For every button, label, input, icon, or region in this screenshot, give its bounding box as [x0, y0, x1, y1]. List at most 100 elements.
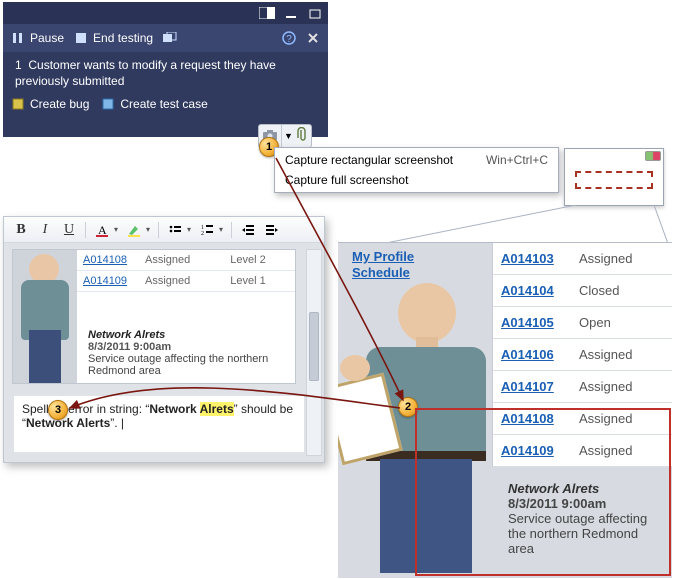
- bold-button[interactable]: B: [10, 220, 32, 240]
- windows-button[interactable]: [163, 31, 177, 45]
- status-cell: Open: [571, 307, 672, 339]
- step-number: 1: [15, 58, 22, 72]
- italic-button[interactable]: I: [34, 220, 56, 240]
- pause-label: Pause: [30, 31, 64, 45]
- status-cell: Assigned: [139, 250, 224, 271]
- panel-close-button[interactable]: [306, 31, 320, 45]
- callout-badge-3: 3: [48, 400, 68, 420]
- level-cell: Level 2: [224, 250, 295, 271]
- font-color-dropdown[interactable]: ▾: [111, 220, 121, 240]
- editor-toolbar: B I U A ▾ ▾ ▾ 12 ▾: [4, 217, 324, 243]
- status-cell: Closed: [571, 275, 672, 307]
- chevron-down-icon: ▼: [284, 131, 293, 141]
- ticket-link[interactable]: A014103: [501, 251, 554, 266]
- stop-icon: [74, 31, 88, 45]
- font-color-button[interactable]: A: [91, 220, 113, 240]
- capture-dropdown-button[interactable]: ▼: [281, 125, 295, 147]
- pause-button[interactable]: Pause: [11, 31, 64, 45]
- layout-icon[interactable]: [258, 5, 276, 21]
- level-cell: Level 1: [224, 271, 295, 292]
- indent-button[interactable]: [261, 220, 283, 240]
- technician-image: [338, 283, 508, 573]
- attach-button[interactable]: [295, 125, 311, 147]
- runner-actions: Create bug Create test case: [3, 93, 328, 119]
- status-cell: Assigned: [571, 243, 672, 275]
- runner-toolbar: Pause End testing ?: [3, 24, 328, 52]
- my-profile-link[interactable]: My Profile: [352, 249, 414, 265]
- end-testing-button[interactable]: End testing: [74, 31, 153, 45]
- numbering-dropdown[interactable]: ▾: [216, 220, 226, 240]
- close-icon: [306, 31, 320, 45]
- restore-button[interactable]: [306, 5, 324, 21]
- highlighted-word: Alrets: [200, 402, 234, 416]
- status-cell: Assigned: [139, 271, 224, 292]
- toolbar-separator: [231, 222, 232, 238]
- editor-panel: B I U A ▾ ▾ ▾ 12 ▾: [3, 216, 325, 463]
- table-row: A014106 Assigned: [493, 339, 672, 371]
- detail-title: Network Alrets: [88, 329, 290, 341]
- table-row: A014109 Assigned: [493, 435, 672, 467]
- scrollbar-thumb[interactable]: [309, 312, 319, 382]
- person-thumbnail: [13, 250, 77, 383]
- detail-date: 8/3/2011 9:00am: [508, 496, 666, 511]
- ticket-link[interactable]: A014108: [83, 254, 127, 266]
- callout-badge-2: 2: [398, 397, 418, 417]
- detail-message: Service outage affecting the northern Re…: [88, 353, 290, 377]
- ticket-table: A014103AssignedA014104ClosedA014105OpenA…: [492, 243, 672, 467]
- capture-full-item[interactable]: Capture full screenshot: [275, 170, 558, 190]
- ticket-link[interactable]: A014108: [501, 411, 554, 426]
- app-under-test: My Profile Schedule A014103AssignedA0141…: [338, 242, 672, 578]
- vertical-scrollbar[interactable]: [306, 249, 322, 456]
- menu-label: Capture rectangular screenshot: [285, 153, 474, 167]
- pause-icon: [11, 31, 25, 45]
- detail-message: Service outage affecting the northern Re…: [508, 511, 666, 556]
- selection-rect-icon: [575, 171, 653, 189]
- test-runner-window: Pause End testing ? 1 Customer wants to …: [3, 2, 328, 137]
- ticket-link[interactable]: A014109: [501, 443, 554, 458]
- create-test-case-button[interactable]: Create test case: [101, 97, 207, 111]
- table-row: A014104 Closed: [493, 275, 672, 307]
- step-text: Customer wants to modify a request they …: [15, 58, 276, 88]
- status-cell: Assigned: [571, 435, 672, 467]
- table-row: A014105 Open: [493, 307, 672, 339]
- toolbar-separator: [158, 222, 159, 238]
- highlight-button[interactable]: [123, 220, 145, 240]
- table-row: A014103 Assigned: [493, 243, 672, 275]
- svg-text:2: 2: [201, 231, 204, 237]
- mini-detail: Network Alrets 8/3/2011 9:00am Service o…: [84, 327, 294, 380]
- detail-title: Network Alrets: [508, 481, 666, 496]
- nav-links: My Profile Schedule: [352, 249, 414, 282]
- status-cell: Assigned: [571, 403, 672, 435]
- ticket-link[interactable]: A014105: [501, 315, 554, 330]
- windows-icon: [163, 31, 177, 45]
- ticket-link[interactable]: A014106: [501, 347, 554, 362]
- minimize-button[interactable]: [282, 5, 300, 21]
- bullets-button[interactable]: [164, 220, 186, 240]
- underline-button[interactable]: U: [58, 220, 80, 240]
- ticket-link[interactable]: A014109: [83, 275, 127, 287]
- help-button[interactable]: ?: [282, 31, 296, 45]
- text-cursor: |: [121, 416, 124, 430]
- ticket-link[interactable]: A014104: [501, 283, 554, 298]
- status-cell: Assigned: [571, 339, 672, 371]
- ticket-link[interactable]: A014107: [501, 379, 554, 394]
- menu-shortcut: Win+Ctrl+C: [486, 153, 548, 167]
- bug-icon: [11, 97, 25, 111]
- bullets-dropdown[interactable]: ▾: [184, 220, 194, 240]
- create-bug-button[interactable]: Create bug: [11, 97, 89, 111]
- table-row: A014108 Assigned: [493, 403, 672, 435]
- ticket-detail: Network Alrets 8/3/2011 9:00am Service o…: [508, 481, 666, 556]
- detail-date: 8/3/2011 9:00am: [88, 341, 290, 353]
- highlight-dropdown[interactable]: ▾: [143, 220, 153, 240]
- schedule-link[interactable]: Schedule: [352, 265, 414, 281]
- testcase-icon: [101, 97, 115, 111]
- capture-rect-item[interactable]: Capture rectangular screenshot Win+Ctrl+…: [275, 150, 558, 170]
- test-step: 1 Customer wants to modify a request the…: [3, 52, 328, 93]
- numbering-button[interactable]: 12: [196, 220, 218, 240]
- end-label: End testing: [93, 31, 153, 45]
- outdent-button[interactable]: [237, 220, 259, 240]
- svg-text:A: A: [98, 223, 107, 237]
- table-row: A014109 Assigned Level 1: [77, 271, 295, 292]
- svg-text:?: ?: [286, 34, 292, 45]
- status-cell: Assigned: [571, 371, 672, 403]
